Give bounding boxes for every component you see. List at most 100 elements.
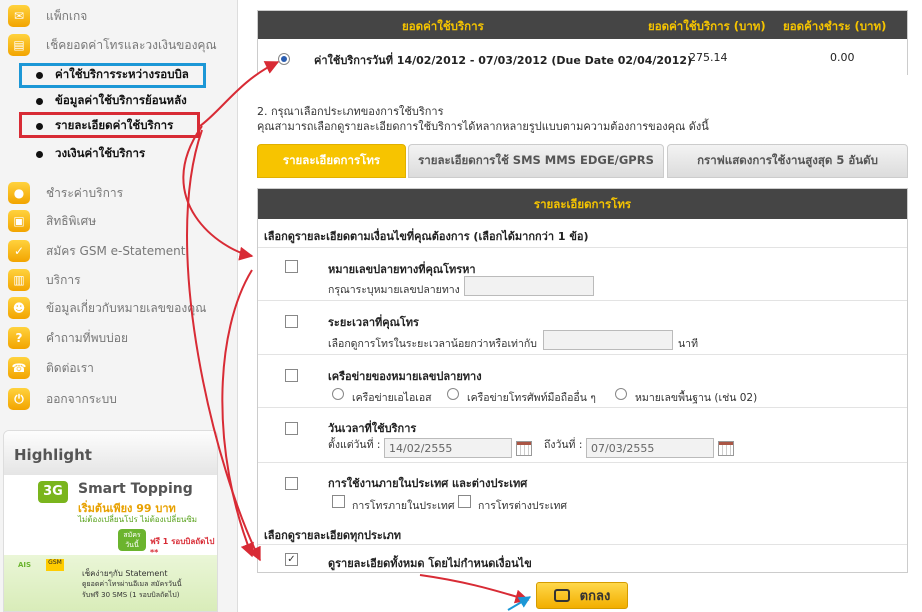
option-label: กรุณาระบุหมายเลขปลายทาง <box>328 284 460 296</box>
banner-subscribe-button[interactable]: สมัคร วันนี้ <box>118 529 146 551</box>
duration-checkbox[interactable] <box>285 315 298 328</box>
network-checkbox[interactable] <box>285 369 298 382</box>
option-label: เลือกดูการโทรในระยะเวลาน้อยกว่าหรือเท่าก… <box>328 338 537 350</box>
all-details-checkbox[interactable]: ✓ <box>285 553 298 566</box>
service-icon: ▥ <box>8 269 30 291</box>
payment-icon: ● <box>8 182 30 204</box>
network-fixed-label: หมายเลขพื้นฐาน (เช่น 02) <box>635 392 758 404</box>
bill-description: ค่าใช้บริการวันที่ 14/02/2012 - 07/03/20… <box>314 54 693 67</box>
bill-radio[interactable] <box>278 53 290 65</box>
summary-header: ยอดค่าใช้บริการ ยอดค่าใช้บริการ (บาท) ยอ… <box>258 11 907 39</box>
menu-item-number-info[interactable]: ☻ ข้อมูลเกี่ยวกับหมายเลขของคุณ <box>8 297 206 319</box>
bill-summary-table: ยอดค่าใช้บริการ ยอดค่าใช้บริการ (บาท) ยอ… <box>257 10 908 75</box>
main-content: ยอดค่าใช้บริการ ยอดค่าใช้บริการ (บาท) ยอ… <box>239 0 922 612</box>
tab-top5-graph[interactable]: กราฟแสดงการใช้งานสูงสุด 5 อันดับ <box>667 144 908 178</box>
highlight-panel: Highlight 3G Smart Topping เริ่มต้นเพียง… <box>3 430 218 612</box>
package-icon: ✉ <box>8 5 30 27</box>
submenu-item-history[interactable]: ข้อมูลค่าใช้บริการย้อนหลัง <box>36 92 187 110</box>
banner-free-text: ฟรี 1 รอบบิลถัดไป ** <box>150 537 215 557</box>
from-date-label: ตั้งแต่วันที่ : <box>328 439 381 451</box>
detail-header: รายละเอียดการโทร <box>258 189 907 219</box>
menu-item-payment[interactable]: ● ชำระค่าบริการ <box>8 182 123 204</box>
to-date-label: ถึงวันที่ : <box>544 439 583 451</box>
ok-button[interactable]: ตกลง <box>536 582 628 609</box>
calendar-icon[interactable] <box>718 441 734 456</box>
network-ais-label: เครือข่ายเอไอเอส <box>352 392 432 404</box>
instruction-text: คุณสามารถเลือกดูรายละเอียดการใช้บริการได… <box>257 120 709 133</box>
menu-item-service[interactable]: ▥ บริการ <box>8 269 81 291</box>
option-title: ระยะเวลาที่คุณโทร <box>328 316 419 329</box>
banner-title: Smart Topping <box>78 481 193 497</box>
number-info-icon: ☻ <box>8 297 30 319</box>
network-fixed-radio[interactable] <box>615 388 627 400</box>
network-other-radio[interactable] <box>447 388 459 400</box>
bill-amount: 275.14 <box>689 51 728 64</box>
submit-icon <box>553 589 570 602</box>
option-title: หมายเลขปลายทางที่คุณโทรหา <box>328 263 476 276</box>
check-balance-icon: ▤ <box>8 34 30 56</box>
banner2-line2: ดูยอดค่าโทรผ่านอีเมล สมัครวันนี้ <box>82 580 182 588</box>
highlight-title: Highlight <box>4 431 217 475</box>
option-domestic-international: การใช้งานภายในประเทศ และต่างประเทศ การโท… <box>258 462 907 514</box>
menu-item-check-balance[interactable]: ▤ เช็คยอดค่าโทรและวงเงินของคุณ <box>8 34 217 56</box>
domestic-call-checkbox[interactable] <box>332 495 345 508</box>
bill-outstanding: 0.00 <box>830 51 855 64</box>
to-date-input[interactable]: 07/03/2555 <box>586 438 714 458</box>
call-detail-panel: รายละเอียดการโทร เลือกดูรายละเอียดตามเงื… <box>257 188 908 573</box>
header-outstanding: ยอดค้างชำระ (บาท) <box>783 19 887 33</box>
duration-input[interactable] <box>543 330 673 350</box>
table-row[interactable]: ค่าใช้บริการวันที่ 14/02/2012 - 07/03/20… <box>258 39 907 75</box>
3g-badge: 3G <box>38 481 68 503</box>
e-statement-banner[interactable]: AIS GSM เช็คง่ายๆกับ Statement ดูยอดค่าโ… <box>4 555 217 611</box>
smart-topping-banner[interactable]: 3G Smart Topping เริ่มต้นเพียง 99 บาท ไม… <box>4 475 217 557</box>
option-title: ดูรายละเอียดทั้งหมด โดยไม่กำหนดเงื่อนไข <box>328 557 532 570</box>
e-statement-icon: ✓ <box>8 240 30 262</box>
option-date-range: วันเวลาที่ใช้บริการ ตั้งแต่วันที่ : 14/0… <box>258 407 907 462</box>
option-call-duration: ระยะเวลาที่คุณโทร เลือกดูการโทรในระยะเวล… <box>258 300 907 354</box>
annotation-blue-box <box>19 63 206 88</box>
faq-icon: ? <box>8 327 30 349</box>
ais-logo: AIS <box>18 561 32 569</box>
header-bill: ยอดค่าใช้บริการ <box>402 19 484 33</box>
banner2-line3: รับฟรี 30 SMS (1 รอบบิลถัดไป) <box>82 591 180 599</box>
option-title: เครือข่ายของหมายเลขปลายทาง <box>328 370 482 383</box>
domestic-call-label: การโทรภายในประเทศ <box>352 500 455 512</box>
destination-checkbox[interactable] <box>285 260 298 273</box>
date-checkbox[interactable] <box>285 422 298 435</box>
bullet-icon <box>36 97 43 105</box>
option-title: การใช้งานภายในประเทศ และต่างประเทศ <box>328 477 528 490</box>
bullet-icon <box>36 150 43 158</box>
header-amount: ยอดค่าใช้บริการ (บาท) <box>648 19 766 33</box>
minute-unit: นาที <box>678 338 698 350</box>
menu-item-logout[interactable]: ⏻ ออกจากระบบ <box>8 388 117 410</box>
menu-item-contact[interactable]: ☎ ติดต่อเรา <box>8 357 94 379</box>
section-title-all: เลือกดูรายละเอียดทุกประเภท <box>264 529 402 542</box>
menu-item-e-statement[interactable]: ✓ สมัคร GSM e-Statement <box>8 240 185 262</box>
option-destination-number: หมายเลขปลายทางที่คุณโทรหา กรุณาระบุหมายเ… <box>258 247 907 300</box>
option-network: เครือข่ายของหมายเลขปลายทาง เครือข่ายเอไอ… <box>258 354 907 407</box>
international-call-checkbox[interactable] <box>458 495 471 508</box>
menu-item-faq[interactable]: ? คำถามที่พบบ่อย <box>8 327 128 349</box>
tab-sms-detail[interactable]: รายละเอียดการใช้ SMS MMS EDGE/GPRS <box>408 144 664 178</box>
menu-item-privilege[interactable]: ▣ สิทธิพิเศษ <box>8 210 96 232</box>
annotation-red-box <box>19 112 200 138</box>
domestic-international-checkbox[interactable] <box>285 477 298 490</box>
section-title-conditions: เลือกดูรายละเอียดตามเงื่อนไขที่คุณต้องกา… <box>264 230 589 243</box>
menu-item-package[interactable]: ✉ แพ็กเกจ <box>8 5 87 27</box>
from-date-input[interactable]: 14/02/2555 <box>384 438 512 458</box>
contact-icon: ☎ <box>8 357 30 379</box>
option-all-details: ✓ ดูรายละเอียดทั้งหมด โดยไม่กำหนดเงื่อนไ… <box>258 544 907 572</box>
sidebar: ✉ แพ็กเกจ ▤ เช็คยอดค่าโทรและวงเงินของคุณ… <box>0 0 238 612</box>
network-other-label: เครือข่ายโทรศัพท์มือถืออื่น ๆ <box>467 392 596 404</box>
calendar-icon[interactable] <box>516 441 532 456</box>
privilege-icon: ▣ <box>8 210 30 232</box>
destination-number-input[interactable] <box>464 276 594 296</box>
tab-call-detail[interactable]: รายละเอียดการโทร <box>257 144 406 178</box>
gsm-logo: GSM <box>46 559 64 571</box>
network-ais-radio[interactable] <box>332 388 344 400</box>
banner-note: ไม่ต้องเปลี่ยนโปร ไม่ต้องเปลี่ยนซิม <box>78 515 198 524</box>
option-title: วันเวลาที่ใช้บริการ <box>328 422 417 435</box>
international-call-label: การโทรต่างประเทศ <box>478 500 568 512</box>
logout-icon: ⏻ <box>8 388 30 410</box>
submenu-item-credit-limit[interactable]: วงเงินค่าใช้บริการ <box>36 145 145 163</box>
